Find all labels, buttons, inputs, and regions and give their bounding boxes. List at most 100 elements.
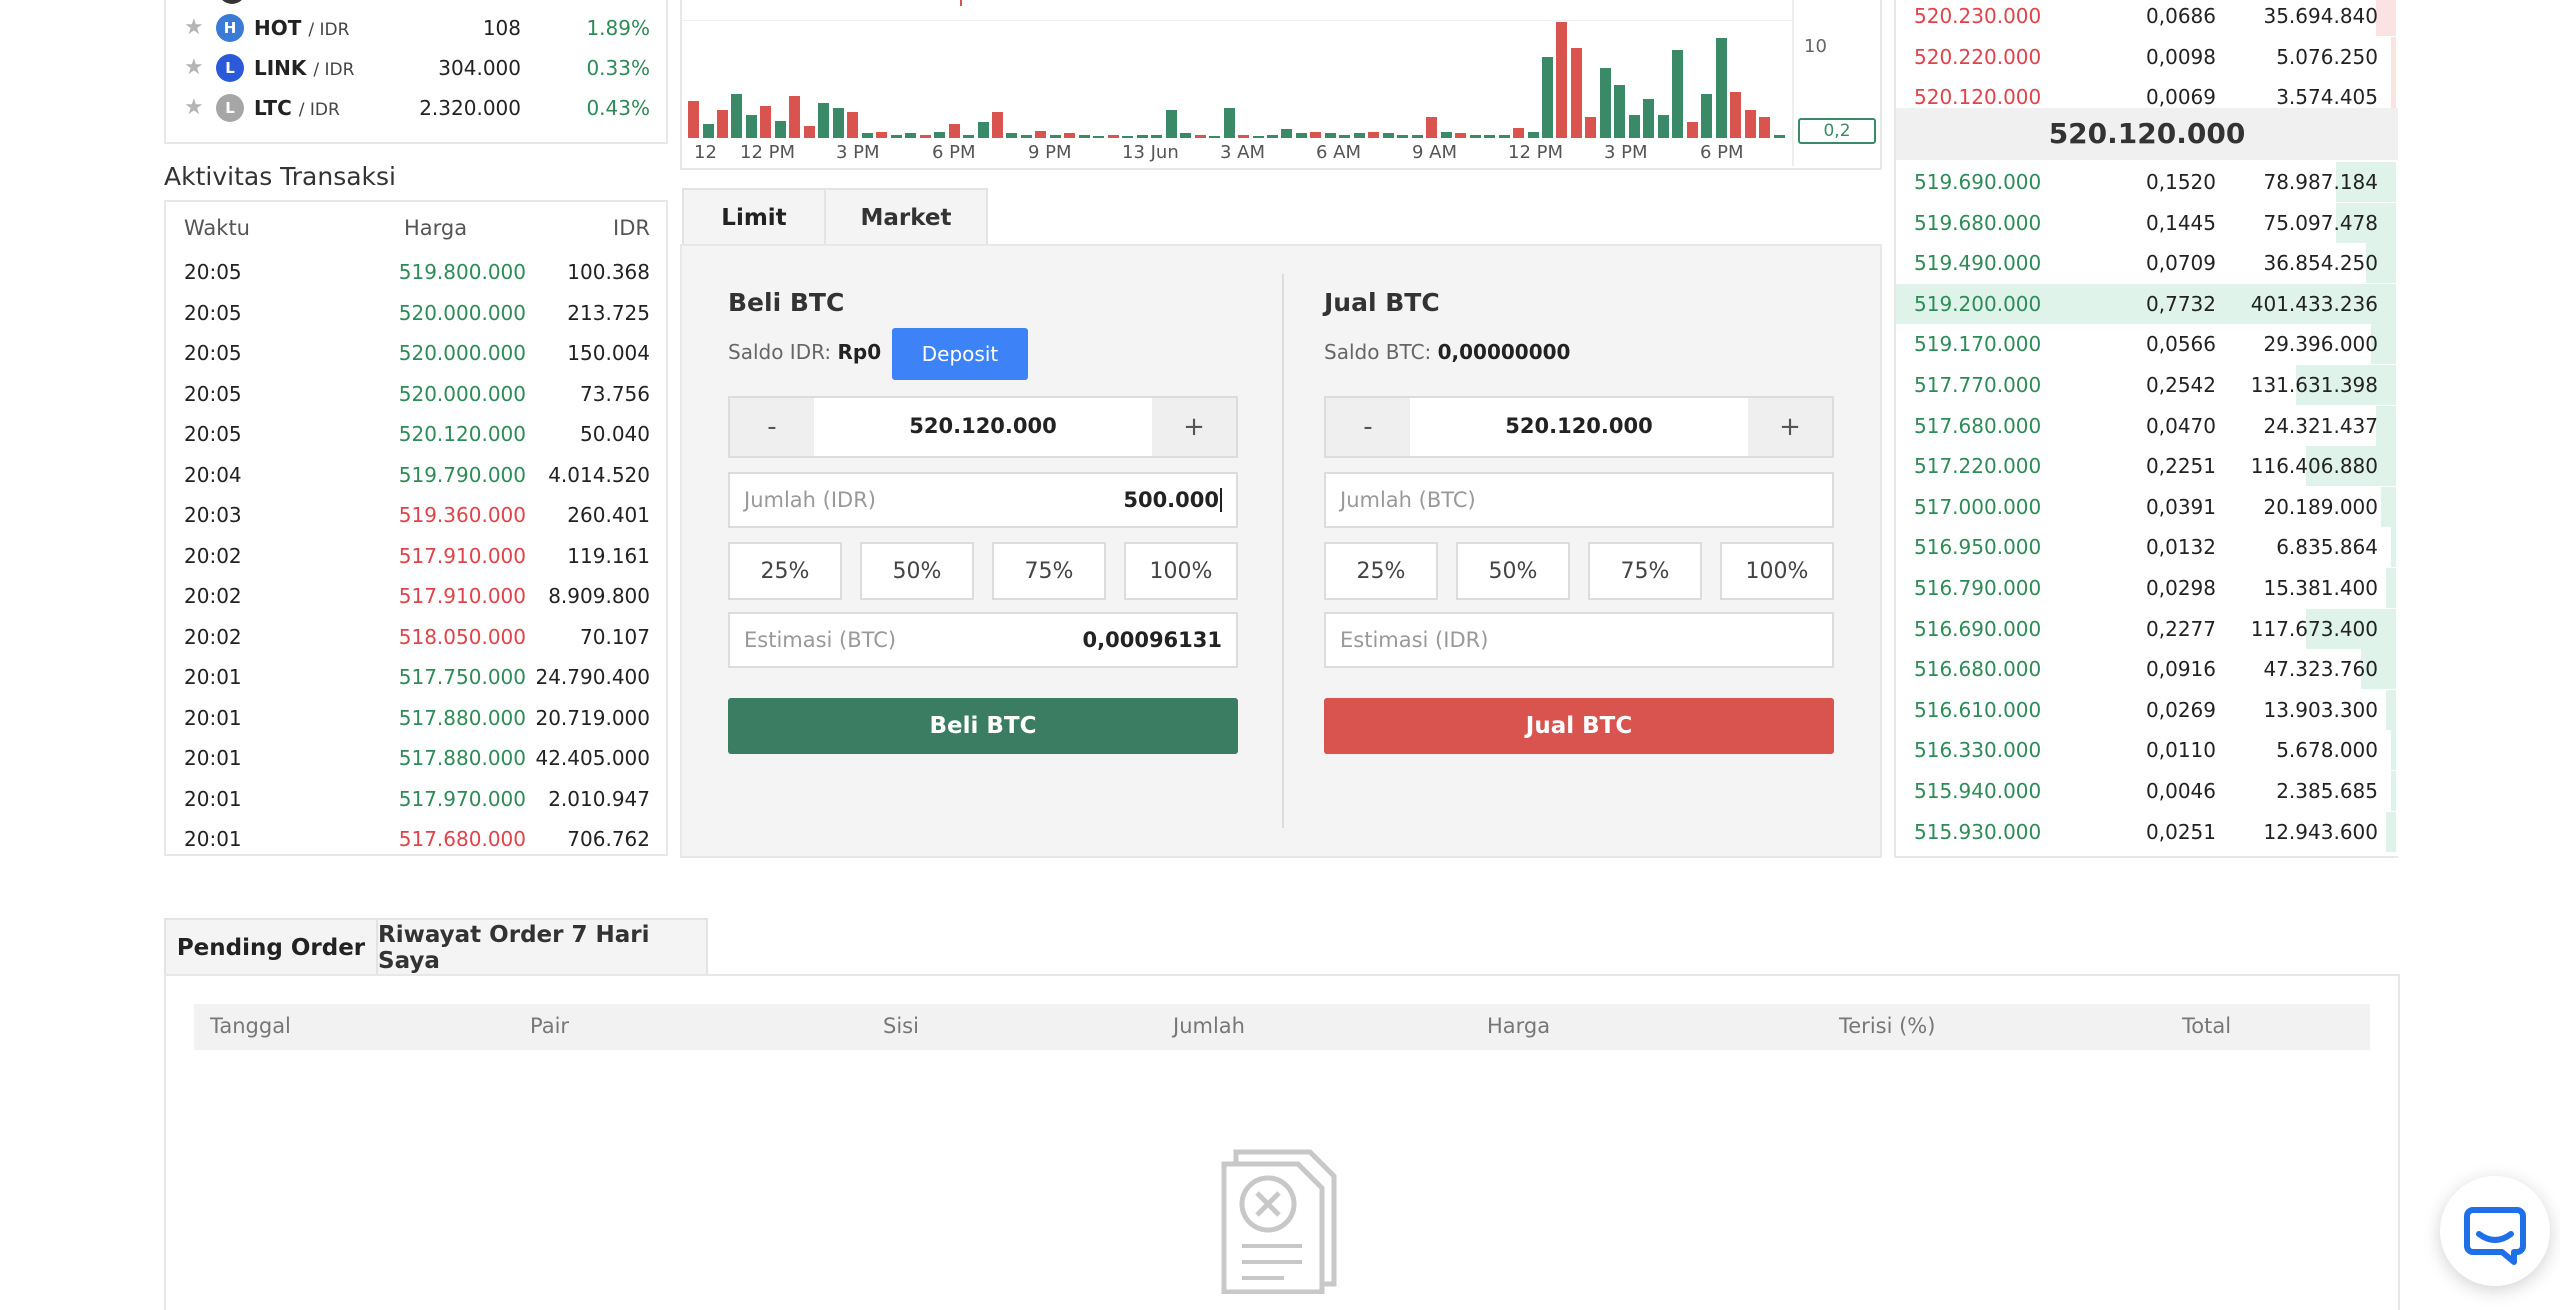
depth-bar [2381, 486, 2396, 527]
activity-row: 20:01 517.880.000 42.405.000 [166, 738, 666, 778]
activity-header-time: Waktu [184, 216, 250, 240]
sell-pct-button[interactable]: 50% [1456, 542, 1570, 600]
buy-submit-button[interactable]: Beli BTC [728, 698, 1238, 754]
tab-order-history[interactable]: Riwayat Order 7 Hari Saya [376, 918, 708, 976]
market-row[interactable]: ★ L LTC / IDR 2.320.000 0.43% [166, 88, 666, 128]
activity-row: 20:01 517.750.000 24.790.400 [166, 657, 666, 697]
bid-row[interactable]: 516.610.000 0,0269 13.903.300 [1896, 689, 2396, 730]
volume-bar [1527, 132, 1539, 138]
orderbook-amount: 0,0916 [2146, 657, 2216, 682]
star-icon[interactable]: ★ [184, 57, 206, 79]
sell-price-decrement[interactable]: - [1326, 398, 1410, 456]
activity-price: 520.000.000 [398, 300, 526, 325]
chat-button[interactable] [2440, 1176, 2550, 1286]
activity-row: 20:05 519.800.000 100.368 [166, 252, 666, 292]
orderbook-amount: 0,0098 [2146, 44, 2216, 69]
bid-row[interactable]: 516.950.000 0,0132 6.835.864 [1896, 527, 2396, 568]
market-change: 0.43% [586, 96, 650, 120]
sell-amount-field[interactable]: Jumlah (BTC) [1324, 472, 1834, 528]
sell-title: Jual BTC [1324, 288, 1440, 317]
bid-row[interactable]: 517.680.000 0,0470 24.321.437 [1896, 405, 2396, 446]
buy-price-value[interactable]: 520.120.000 [814, 414, 1152, 438]
market-row[interactable]: ★ L LINK / IDR 304.000 0.33% [166, 48, 666, 88]
volume-bar [948, 124, 960, 138]
activity-amount: 150.004 [567, 341, 650, 365]
sell-balance-value: 0,00000000 [1437, 340, 1571, 364]
activity-header-price: Harga [404, 216, 468, 240]
orderbook-amount: 0,2277 [2146, 616, 2216, 641]
bid-row[interactable]: 516.690.000 0,2277 117.673.400 [1896, 608, 2396, 649]
buy-amount-field[interactable]: Jumlah (IDR) 500.000 [728, 472, 1238, 528]
buy-pct-button[interactable]: 25% [728, 542, 842, 600]
orderbook-amount: 0,0709 [2146, 251, 2216, 276]
buy-pct-button[interactable]: 75% [992, 542, 1106, 600]
deposit-button[interactable]: Deposit [892, 328, 1028, 380]
tab-pending-order[interactable]: Pending Order [164, 918, 378, 976]
orderbook-total: 29.396.000 [2263, 332, 2378, 357]
volume-bar [1324, 133, 1336, 138]
buy-price-decrement[interactable]: - [730, 398, 814, 456]
bid-row[interactable]: 516.790.000 0,0298 15.381.400 [1896, 568, 2396, 608]
activity-price: 519.360.000 [398, 503, 526, 527]
activity-time: 20:01 [184, 665, 242, 689]
sell-pct-button[interactable]: 100% [1720, 542, 1834, 600]
market-pair: LINK / IDR [254, 56, 354, 80]
volume-bar [832, 108, 844, 138]
orderbook-price: 520.230.000 [1914, 4, 2042, 28]
orderbook-price: 519.200.000 [1914, 291, 2042, 316]
buy-estimate-field[interactable]: Estimasi (BTC) 0,00096131 [728, 612, 1238, 668]
orderbook-amount: 0,0269 [2146, 697, 2216, 722]
market-quote: / IDR [298, 100, 340, 120]
activity-time: 20:02 [184, 584, 242, 608]
activity-amount: 260.401 [567, 503, 650, 527]
time-axis-tick: 3 PM [836, 142, 880, 163]
tab-limit[interactable]: Limit [682, 188, 826, 246]
volume-bar [1093, 136, 1105, 138]
tab-market[interactable]: Market [824, 188, 988, 246]
bid-row[interactable]: 517.770.000 0,2542 131.631.398 [1896, 365, 2396, 405]
orderbook-total: 75.097.478 [2263, 210, 2378, 235]
orderbook-price: 516.680.000 [1914, 657, 2042, 682]
volume-bar [1078, 135, 1090, 138]
bid-row[interactable]: 519.490.000 0,0709 36.854.250 [1896, 243, 2396, 284]
orderbook-price: 517.220.000 [1914, 454, 2042, 479]
activity-amount: 706.762 [567, 827, 650, 851]
market-row[interactable]: ★ H HOT / IDR 108 1.89% [166, 8, 666, 48]
buy-pct-label: 25% [760, 558, 810, 584]
sell-submit-button[interactable]: Jual BTC [1324, 698, 1834, 754]
bid-row[interactable]: 517.000.000 0,0391 20.189.000 [1896, 486, 2396, 527]
activity-time: 20:01 [184, 786, 242, 811]
star-icon[interactable]: ★ [184, 17, 206, 39]
bid-row[interactable]: 519.680.000 0,1445 75.097.478 [1896, 202, 2396, 243]
volume-bar [1585, 117, 1597, 138]
bid-row[interactable]: 515.940.000 0,0046 2.385.685 [1896, 771, 2396, 811]
ask-row[interactable]: 520.230.000 0,0686 35.694.840 [1896, 0, 2396, 36]
sell-estimate-placeholder: Estimasi (IDR) [1340, 628, 1489, 652]
buy-price-stepper[interactable]: - 520.120.000 + [728, 396, 1238, 458]
bid-row[interactable]: 519.690.000 0,1520 78.987.184 [1896, 162, 2396, 202]
bid-row[interactable]: 519.200.000 0,7732 401.433.236 [1896, 283, 2396, 324]
sell-price-stepper[interactable]: - 520.120.000 + [1324, 396, 1834, 458]
ask-row[interactable]: 520.220.000 0,0098 5.076.250 [1896, 36, 2396, 77]
chart-border-right [1792, 0, 1794, 166]
sell-price-increment[interactable]: + [1748, 398, 1832, 456]
market-change: 1.89% [586, 16, 650, 40]
buy-pct-button[interactable]: 50% [860, 542, 974, 600]
bid-row[interactable]: 515.930.000 0,0251 12.943.600 [1896, 811, 2396, 852]
buy-pct-button[interactable]: 100% [1124, 542, 1238, 600]
bid-row[interactable]: 516.330.000 0,0110 5.678.000 [1896, 730, 2396, 771]
chart-panel[interactable]: 10 0,2 12 12 PM 3 PM 6 PM 9 PM 13 Jun 3 AM 6 AM… [680, 0, 1882, 170]
sell-price-value[interactable]: 520.120.000 [1410, 414, 1748, 438]
activity-price: 517.680.000 [398, 827, 526, 851]
bid-row[interactable]: 516.680.000 0,0916 47.323.760 [1896, 649, 2396, 690]
bid-row[interactable]: 519.170.000 0,0566 29.396.000 [1896, 324, 2396, 365]
sell-pct-button[interactable]: 25% [1324, 542, 1438, 600]
orderbook-total: 117.673.400 [2250, 616, 2378, 641]
volume-bar [760, 106, 772, 138]
star-icon[interactable]: ★ [184, 97, 206, 119]
sell-estimate-field[interactable]: Estimasi (IDR) [1324, 612, 1834, 668]
bid-row[interactable]: 517.220.000 0,2251 116.406.880 [1896, 446, 2396, 487]
sell-pct-button[interactable]: 75% [1588, 542, 1702, 600]
volume-bar [1513, 128, 1524, 138]
buy-price-increment[interactable]: + [1152, 398, 1236, 456]
